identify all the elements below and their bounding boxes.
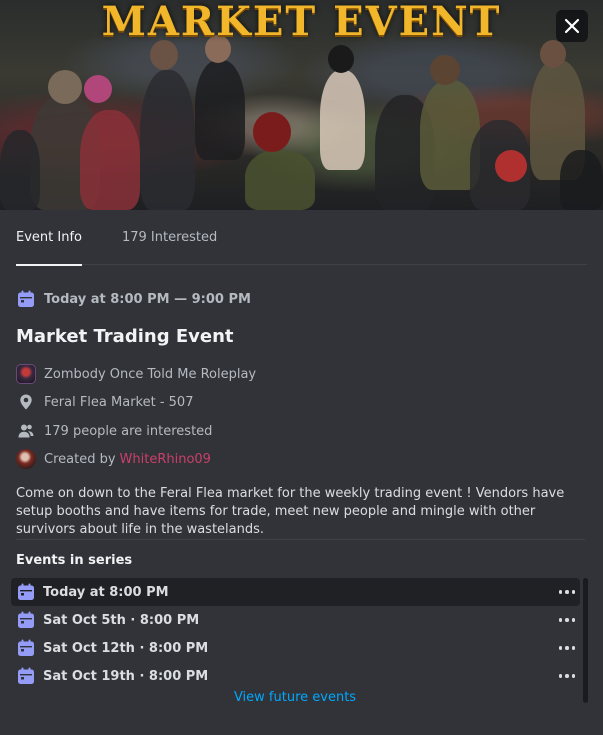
- event-location-row: Feral Flea Market - 507: [16, 392, 193, 412]
- calendar-icon: [18, 639, 34, 656]
- section-divider: [16, 539, 585, 540]
- series-item[interactable]: Sat Oct 5th · 8:00 PM: [11, 606, 580, 634]
- event-creator-row: Created by WhiteRhino09: [16, 449, 211, 469]
- more-options-icon: [558, 618, 575, 622]
- series-item-label: Sat Oct 19th · 8:00 PM: [43, 668, 209, 684]
- series-item[interactable]: Sat Oct 19th · 8:00 PM: [11, 662, 580, 690]
- event-server-name: Zombody Once Told Me Roleplay: [44, 366, 257, 382]
- event-description: Come on down to the Feral Flea market fo…: [16, 486, 565, 537]
- more-options-button[interactable]: [558, 606, 575, 634]
- location-pin-icon: [20, 394, 32, 410]
- event-location: Feral Flea Market - 507: [44, 394, 194, 410]
- more-options-icon: [558, 674, 575, 678]
- series-scrollbar[interactable]: [583, 578, 588, 703]
- tab-interested[interactable]: 179 Interested: [122, 210, 217, 265]
- more-options-button[interactable]: [558, 662, 575, 690]
- creator-avatar[interactable]: [16, 449, 36, 469]
- calendar-icon: [18, 667, 34, 684]
- banner-title: MARKET EVENT: [101, 0, 502, 45]
- series-item[interactable]: Sat Oct 12th · 8:00 PM: [11, 634, 580, 662]
- event-date-row: Today at 8:00 PM — 9:00 PM: [16, 289, 251, 309]
- series-item-label: Today at 8:00 PM: [43, 584, 169, 600]
- series-item-label: Sat Oct 12th · 8:00 PM: [43, 640, 209, 656]
- series-item-label: Sat Oct 5th · 8:00 PM: [43, 612, 200, 628]
- series-list: Today at 8:00 PM Sat Oct 5th · 8:00 PM S…: [11, 578, 580, 690]
- more-options-button[interactable]: [558, 578, 575, 606]
- close-button[interactable]: [556, 10, 588, 42]
- event-banner: MARKET EVENT: [0, 0, 603, 210]
- event-modal: MARKET EVENT Event Info 179 Interested T…: [0, 0, 603, 735]
- event-tabs: Event Info 179 Interested: [16, 210, 587, 266]
- calendar-icon: [18, 583, 34, 600]
- view-future-events-link[interactable]: View future events: [0, 690, 590, 705]
- event-interested-count: 179 people are interested: [44, 423, 213, 439]
- close-icon: [564, 18, 580, 34]
- more-options-icon: [558, 590, 575, 594]
- server-avatar: [16, 364, 36, 384]
- series-item[interactable]: Today at 8:00 PM: [11, 578, 580, 606]
- event-date-time: Today at 8:00 PM — 9:00 PM: [44, 291, 251, 307]
- more-options-button[interactable]: [558, 634, 575, 662]
- more-options-icon: [558, 646, 575, 650]
- tab-event-info[interactable]: Event Info: [16, 210, 82, 266]
- event-title: Market Trading Event: [16, 326, 234, 347]
- event-interested-row: 179 people are interested: [16, 421, 212, 441]
- creator-username[interactable]: WhiteRhino09: [120, 452, 211, 467]
- calendar-icon: [18, 290, 34, 307]
- series-heading: Events in series: [16, 553, 133, 568]
- created-by-label: Created by: [44, 451, 116, 467]
- people-icon: [18, 424, 34, 438]
- event-server-row[interactable]: Zombody Once Told Me Roleplay: [16, 364, 256, 384]
- calendar-icon: [18, 611, 34, 628]
